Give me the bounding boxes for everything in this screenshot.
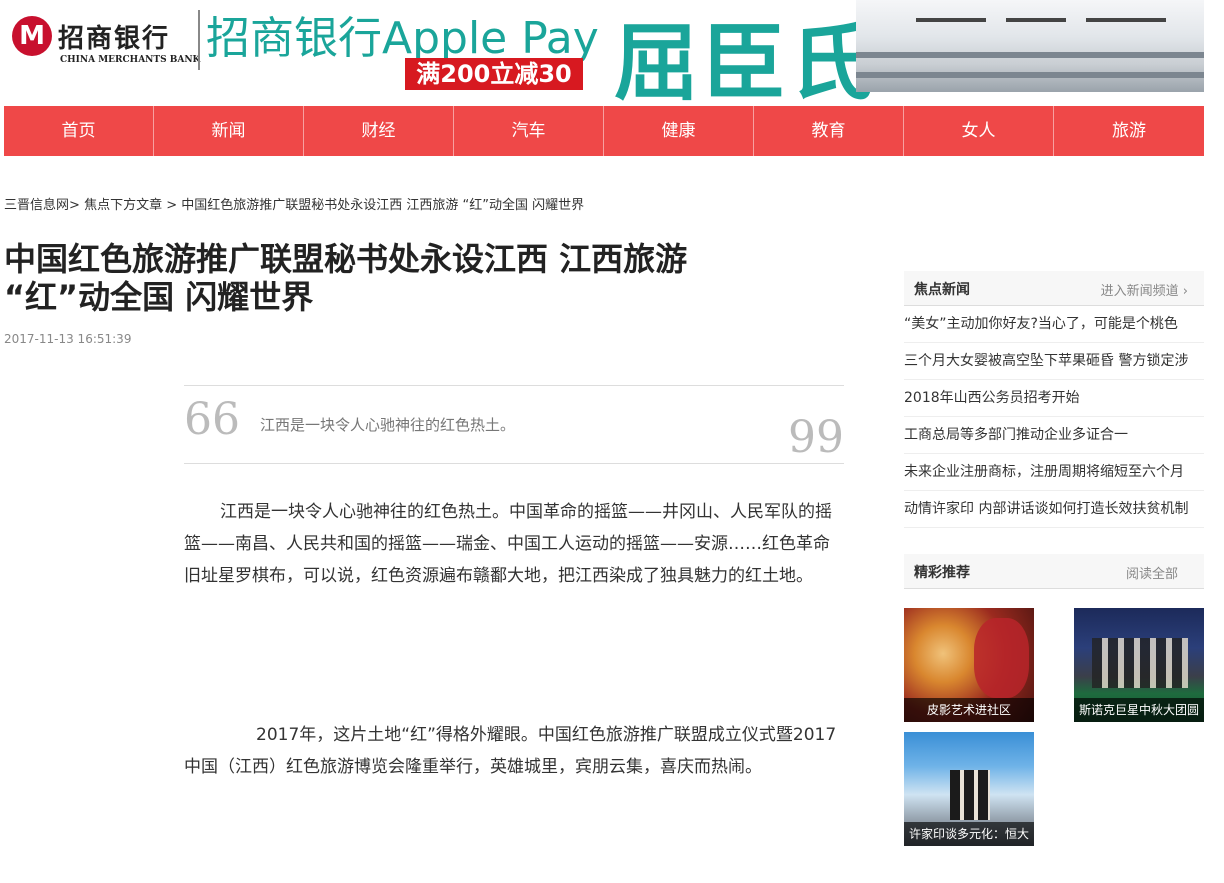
article-paragraph: 2017年，这片土地“红”得格外耀眼。中国红色旅游推广联盟成立仪式暨2017中国… xyxy=(184,725,837,777)
nav-home[interactable]: 首页 xyxy=(4,106,154,156)
nav-education[interactable]: 教育 xyxy=(754,106,904,156)
ad-brand: 屈臣氏 xyxy=(614,14,879,112)
focus-news-title: 焦点新闻 xyxy=(914,282,970,298)
featured-more-link[interactable]: 阅读全部 xyxy=(1126,563,1178,582)
featured-image-detail xyxy=(974,618,1029,698)
top-banner-ad[interactable]: M 招商银行 CHINA MERCHANTS BANK 招商银行Apple Pa… xyxy=(0,0,1204,112)
focus-news-list: “美女”主动加你好友?当心了，可能是个桃色 三个月大女婴被高空坠下苹果砸昏 警方… xyxy=(904,306,1204,528)
ad-divider xyxy=(198,10,200,70)
close-quote-icon: 99 xyxy=(788,412,844,463)
nav-news[interactable]: 新闻 xyxy=(154,106,304,156)
breadcrumb-separator: > xyxy=(166,198,178,213)
ad-promo-badge: 满200立减30 xyxy=(405,58,583,90)
breadcrumb-separator: > xyxy=(69,198,80,213)
list-item[interactable]: 2018年山西公务员招考开始 xyxy=(904,380,1204,417)
featured-card[interactable]: 斯诺克巨星中秋大团圆 xyxy=(1074,608,1204,722)
featured-caption: 斯诺克巨星中秋大团圆 xyxy=(1074,698,1204,722)
cmb-logo-en: CHINA MERCHANTS BANK xyxy=(60,55,201,65)
article-paragraph: 江西是一块令人心驰神往的红色热土。中国革命的摇篮——井冈山、人民军队的摇篮——南… xyxy=(184,502,832,586)
breadcrumb-category[interactable]: 焦点下方文章 xyxy=(84,198,162,213)
featured-title: 精彩推荐 xyxy=(914,565,970,581)
featured-image-detail xyxy=(1092,638,1188,688)
cmb-logo-icon: M xyxy=(12,16,52,56)
nav-auto[interactable]: 汽车 xyxy=(454,106,604,156)
cmb-logo: M 招商银行 CHINA MERCHANTS BANK xyxy=(8,8,201,78)
breadcrumb-current: 中国红色旅游推广联盟秘书处永设江西 江西旅游 “红”动全国 闪耀世界 xyxy=(181,198,585,213)
featured-image-detail xyxy=(950,770,990,820)
featured-card[interactable]: 皮影艺术进社区 xyxy=(904,608,1034,722)
breadcrumb: 三晋信息网> 焦点下方文章 > 中国红色旅游推广联盟秘书处永设江西 江西旅游 “… xyxy=(4,194,584,213)
nav-health[interactable]: 健康 xyxy=(604,106,754,156)
featured-card[interactable]: 许家印谈多元化：恒大 xyxy=(904,732,1034,846)
featured-caption: 许家印谈多元化：恒大 xyxy=(904,822,1034,846)
featured-caption: 皮影艺术进社区 xyxy=(904,698,1034,722)
list-item[interactable]: 动情许家印 内部讲话谈如何打造长效扶贫机制 xyxy=(904,491,1204,528)
open-quote-icon: 66 xyxy=(184,394,240,445)
nav-finance[interactable]: 财经 xyxy=(304,106,454,156)
list-item[interactable]: 工商总局等多部门推动企业多证合一 xyxy=(904,417,1204,454)
ad-store-photo xyxy=(856,0,1204,92)
list-item[interactable]: 三个月大女婴被高空坠下苹果砸昏 警方锁定涉 xyxy=(904,343,1204,380)
nav-travel[interactable]: 旅游 xyxy=(1054,106,1204,156)
featured-header: 精彩推荐 阅读全部 xyxy=(904,554,1204,589)
pull-quote-text: 江西是一块令人心驰神往的红色热土。 xyxy=(260,416,516,434)
main-nav: 首页 新闻 财经 汽车 健康 教育 女人 旅游 xyxy=(4,106,1204,156)
focus-news-header: 焦点新闻 进入新闻频道 › xyxy=(904,271,1204,306)
list-item[interactable]: “美女”主动加你好友?当心了，可能是个桃色 xyxy=(904,306,1204,343)
article-date: 2017-11-13 16:51:39 xyxy=(4,332,132,346)
breadcrumb-home[interactable]: 三晋信息网 xyxy=(4,198,69,213)
article-pull-quote: 66 江西是一块令人心驰神往的红色热土。 99 xyxy=(184,385,844,464)
list-item[interactable]: 未来企业注册商标，注册周期将缩短至六个月 xyxy=(904,454,1204,491)
ad-headline: 招商银行Apple Pay xyxy=(206,13,599,64)
focus-news-more-link[interactable]: 进入新闻频道 › xyxy=(1101,280,1188,299)
nav-women[interactable]: 女人 xyxy=(904,106,1054,156)
cmb-logo-cn: 招商银行 xyxy=(58,24,171,54)
article-title: 中国红色旅游推广联盟秘书处永设江西 江西旅游 “红”动全国 闪耀世界 xyxy=(4,240,688,316)
